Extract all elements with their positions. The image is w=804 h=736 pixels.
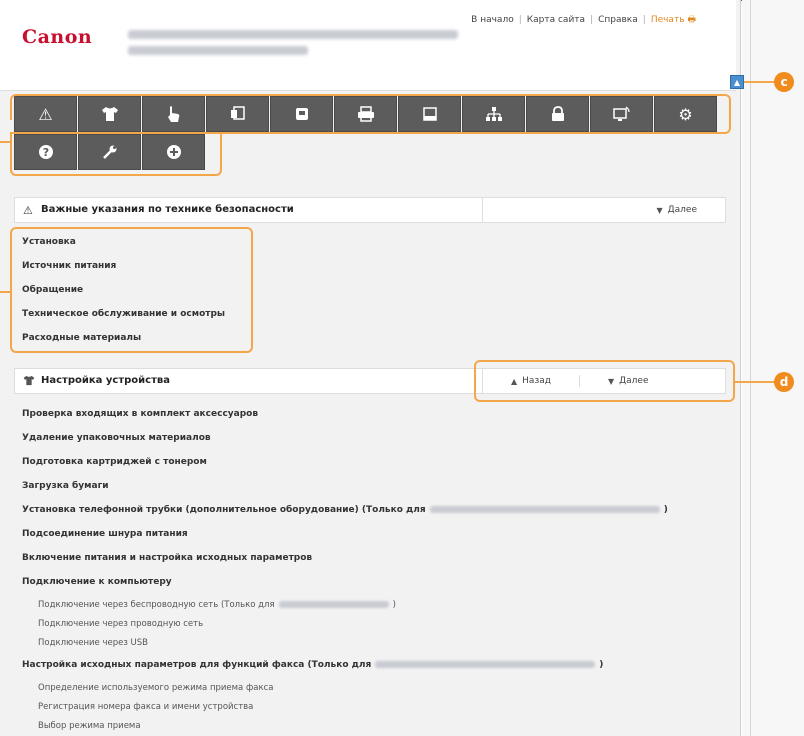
divider: | bbox=[642, 15, 646, 25]
setup-link[interactable]: Загрузка бумаги bbox=[22, 481, 109, 491]
setup-link-fax[interactable]: Настройка исходных параметров для функци… bbox=[22, 660, 603, 670]
setup-sublink[interactable]: Подключение через USB bbox=[38, 638, 148, 648]
triangle-down-icon: ▼ bbox=[656, 205, 663, 215]
callout-leader bbox=[0, 141, 10, 143]
help-link[interactable]: Справка bbox=[598, 15, 638, 25]
setup-link[interactable]: Подготовка картриджей с тонером bbox=[22, 457, 207, 467]
safety-nav: ▼ Далее bbox=[482, 198, 725, 222]
warning-icon: ⚠ bbox=[23, 204, 33, 217]
callout-c: c bbox=[774, 72, 794, 92]
setup-link[interactable]: Подсоединение шнура питания bbox=[22, 529, 188, 539]
setup-sublink[interactable]: Определение используемого режима приема … bbox=[38, 683, 273, 693]
page-header: Canon В начало | Карта сайта | Справка |… bbox=[0, 0, 736, 91]
toolbar-highlight bbox=[10, 132, 222, 176]
setup-link-text: Установка телефонной трубки (дополнитель… bbox=[22, 505, 426, 515]
model-name-blurred bbox=[278, 601, 389, 608]
setup-sublink[interactable]: Выбор режима приема bbox=[38, 721, 141, 731]
setup-link[interactable]: Подключение к компьютеру bbox=[22, 577, 172, 587]
callout-leader bbox=[744, 81, 774, 83]
model-name-blurred bbox=[128, 30, 458, 39]
setup-sublink[interactable]: Подключение через проводную сеть bbox=[38, 619, 203, 629]
setup-sublink[interactable]: Регистрация номера факса и имени устройс… bbox=[38, 702, 253, 712]
setup-title: Настройка устройства bbox=[41, 375, 170, 386]
setup-link[interactable]: Удаление упаковочных материалов bbox=[22, 433, 211, 443]
sitemap-link[interactable]: Карта сайта bbox=[527, 15, 585, 25]
setup-sublink-wireless[interactable]: Подключение через беспроводную сеть (Тол… bbox=[38, 600, 396, 610]
sublink-text: Подключение через беспроводную сеть (Тол… bbox=[38, 600, 275, 610]
divider: | bbox=[590, 15, 594, 25]
model-name-blurred-2 bbox=[128, 46, 308, 55]
toolbar-highlight bbox=[10, 94, 731, 120]
callout-d: d bbox=[774, 372, 794, 392]
divider bbox=[750, 0, 751, 736]
setup-link[interactable]: Включение питания и настройка исходных п… bbox=[22, 553, 312, 563]
nav-buttons-highlight bbox=[474, 360, 735, 402]
shirt-icon bbox=[23, 375, 35, 389]
safety-title: Важные указания по технике безопасности bbox=[41, 204, 294, 215]
model-name-blurred bbox=[375, 661, 596, 668]
print-link[interactable]: Печать bbox=[651, 15, 685, 25]
next-label: Далее bbox=[667, 205, 697, 215]
divider: | bbox=[518, 15, 522, 25]
top-links: В начало | Карта сайта | Справка | Печат… bbox=[471, 12, 696, 28]
print-icon[interactable]: 🖶 bbox=[688, 12, 697, 28]
home-link[interactable]: В начало bbox=[471, 15, 514, 25]
setup-link-text: Настройка исходных параметров для функци… bbox=[22, 660, 372, 670]
page-top-button[interactable]: ▲ bbox=[730, 75, 744, 89]
callout-leader bbox=[735, 381, 774, 383]
safety-links-highlight bbox=[10, 227, 253, 353]
model-name-blurred bbox=[429, 506, 660, 513]
canon-logo: Canon bbox=[22, 26, 93, 48]
safety-section-header: ⚠ Важные указания по технике безопасност… bbox=[14, 197, 726, 223]
setup-link[interactable]: Проверка входящих в комплект аксессуаров bbox=[22, 409, 258, 419]
right-pane bbox=[742, 0, 804, 736]
next-button[interactable]: ▼ Далее bbox=[628, 205, 725, 215]
callout-leader bbox=[0, 291, 10, 293]
setup-link-handset[interactable]: Установка телефонной трубки (дополнитель… bbox=[22, 505, 668, 515]
